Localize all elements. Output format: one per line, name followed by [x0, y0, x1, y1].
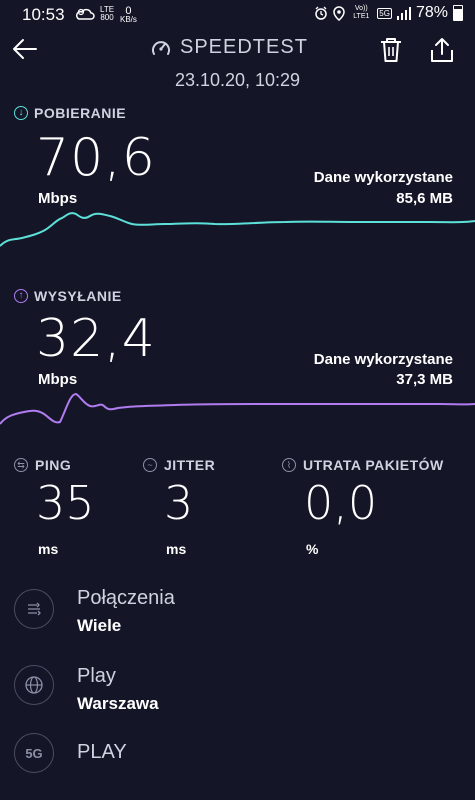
connections-icon — [14, 589, 54, 629]
location-icon — [333, 5, 346, 21]
network-indicator: LTE 800 — [100, 6, 114, 22]
upload-header: ↑ WYSYŁANIE — [14, 288, 122, 304]
ping-label: PING — [35, 457, 72, 473]
weather-icon — [75, 7, 95, 28]
arrow-left-icon — [13, 39, 37, 59]
battery-text: 78% — [415, 4, 448, 21]
upload-data-used-label: Dane wykorzystane — [313, 351, 453, 368]
provider-title: PLAY — [77, 741, 127, 763]
download-label: POBIERANIE — [34, 105, 127, 121]
connections-value: Wiele — [77, 616, 122, 635]
download-data-used-label: Dane wykorzystane — [313, 169, 453, 186]
signal-icon — [396, 6, 411, 20]
alarm-icon — [315, 6, 328, 20]
server-row: Play Warszawa — [14, 663, 464, 723]
jitter-unit: ms — [166, 541, 187, 557]
5g-status-badge: 5G — [377, 7, 392, 19]
test-date: 23.10.20, 10:29 — [174, 70, 301, 90]
upload-graph — [0, 392, 475, 425]
upload-arrow-icon: ↑ — [14, 289, 28, 303]
jitter-value: 3 — [164, 476, 194, 530]
packet-loss-value: 0,0 — [304, 476, 378, 530]
server-value: Warszawa — [77, 694, 159, 713]
packet-loss-icon: ⌇ — [282, 458, 296, 472]
network-speed: 800 — [100, 13, 114, 22]
ping-value: 35 — [36, 476, 95, 530]
connections-title: Połączenia — [77, 587, 175, 609]
speedometer-icon — [152, 40, 170, 55]
share-icon — [431, 38, 453, 62]
back-button[interactable] — [10, 34, 40, 64]
connections-row: Połączenia Wiele — [14, 587, 464, 647]
header-title: SPEEDTEST — [150, 36, 308, 59]
server-title: Play — [77, 665, 116, 687]
ping-icon: ⇆ — [14, 458, 28, 472]
jitter-header: ~ JITTER — [143, 457, 215, 473]
battery-icon — [453, 5, 463, 21]
jitter-label: JITTER — [164, 457, 216, 473]
upload-graph-line — [0, 392, 475, 425]
share-button[interactable] — [428, 36, 456, 64]
download-arrow-icon: ↓ — [14, 106, 28, 120]
status-bar: 10:53 LTE 800 0 KB/s Vo)) LTE1 5G 78% — [0, 0, 475, 30]
volte-label: Vo)) LTE1 — [353, 5, 370, 20]
trash-icon — [381, 38, 401, 62]
delete-button[interactable] — [378, 36, 404, 64]
5g-icon: 5G — [14, 733, 54, 773]
download-graph-line — [0, 212, 475, 247]
download-graph — [0, 212, 475, 247]
packet-loss-unit: % — [306, 541, 319, 557]
provider-row: 5G PLAY — [14, 733, 464, 777]
title-text: SPEEDTEST — [180, 36, 308, 58]
packet-loss-header: ⌇ UTRATA PAKIETÓW — [282, 457, 444, 473]
data-rate-unit: KB/s — [120, 15, 137, 24]
status-right: Vo)) LTE1 5G 78% — [314, 4, 463, 22]
data-rate: 0 KB/s — [120, 6, 137, 24]
download-header: ↓ POBIERANIE — [14, 105, 126, 121]
ping-unit: ms — [38, 541, 59, 557]
packet-loss-label: UTRATA PAKIETÓW — [303, 457, 444, 473]
jitter-icon: ~ — [143, 458, 157, 472]
status-time: 10:53 — [22, 5, 65, 24]
download-value: 70,6 — [36, 128, 156, 188]
globe-icon — [14, 665, 54, 705]
upload-label: WYSYŁANIE — [34, 288, 122, 304]
upload-value: 32,4 — [36, 309, 156, 369]
ping-header: ⇆ PING — [14, 457, 71, 473]
